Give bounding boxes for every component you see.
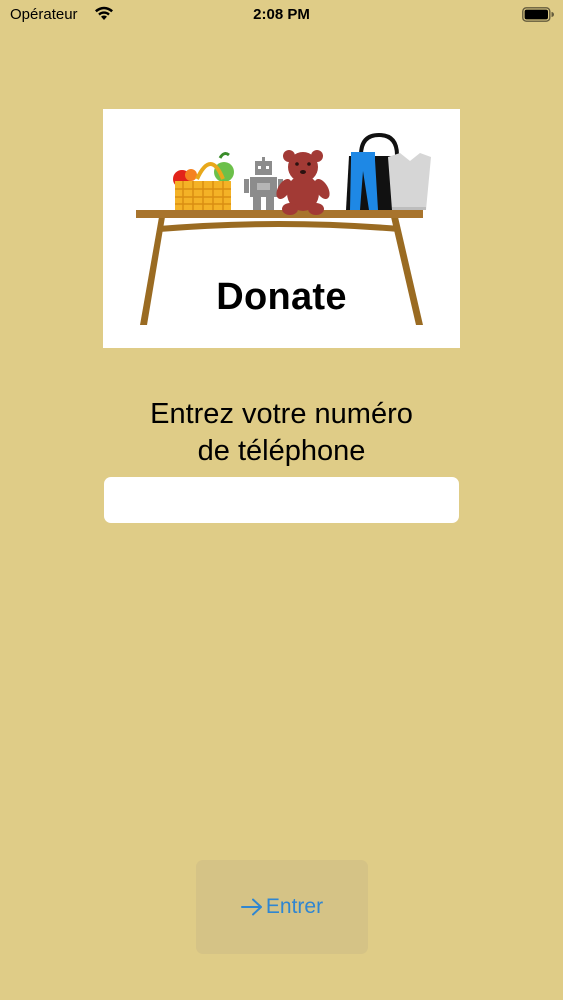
banner-title: Donate <box>216 276 347 318</box>
robot-toy-icon <box>244 157 283 210</box>
enter-button[interactable]: Entrer <box>196 860 368 954</box>
phone-prompt-line2: de téléphone <box>197 435 366 467</box>
phone-prompt-line1: Entrez votre numéro <box>150 398 413 430</box>
phone-prompt: Entrez votre numéro de téléphone <box>60 396 503 470</box>
fruit-basket-icon <box>173 152 234 210</box>
battery-icon <box>522 7 554 22</box>
donate-banner: Donate <box>103 109 460 348</box>
arrow-right-icon <box>240 898 262 916</box>
enter-button-label: Entrer <box>265 895 324 918</box>
status-bar: Opérateur 2:08 PM <box>0 0 563 30</box>
teddy-bear-icon <box>276 150 330 215</box>
shirt-icon <box>388 153 431 210</box>
phone-number-input[interactable] <box>104 477 459 523</box>
table-top <box>136 210 423 218</box>
clock: 2:08 PM <box>253 6 310 23</box>
